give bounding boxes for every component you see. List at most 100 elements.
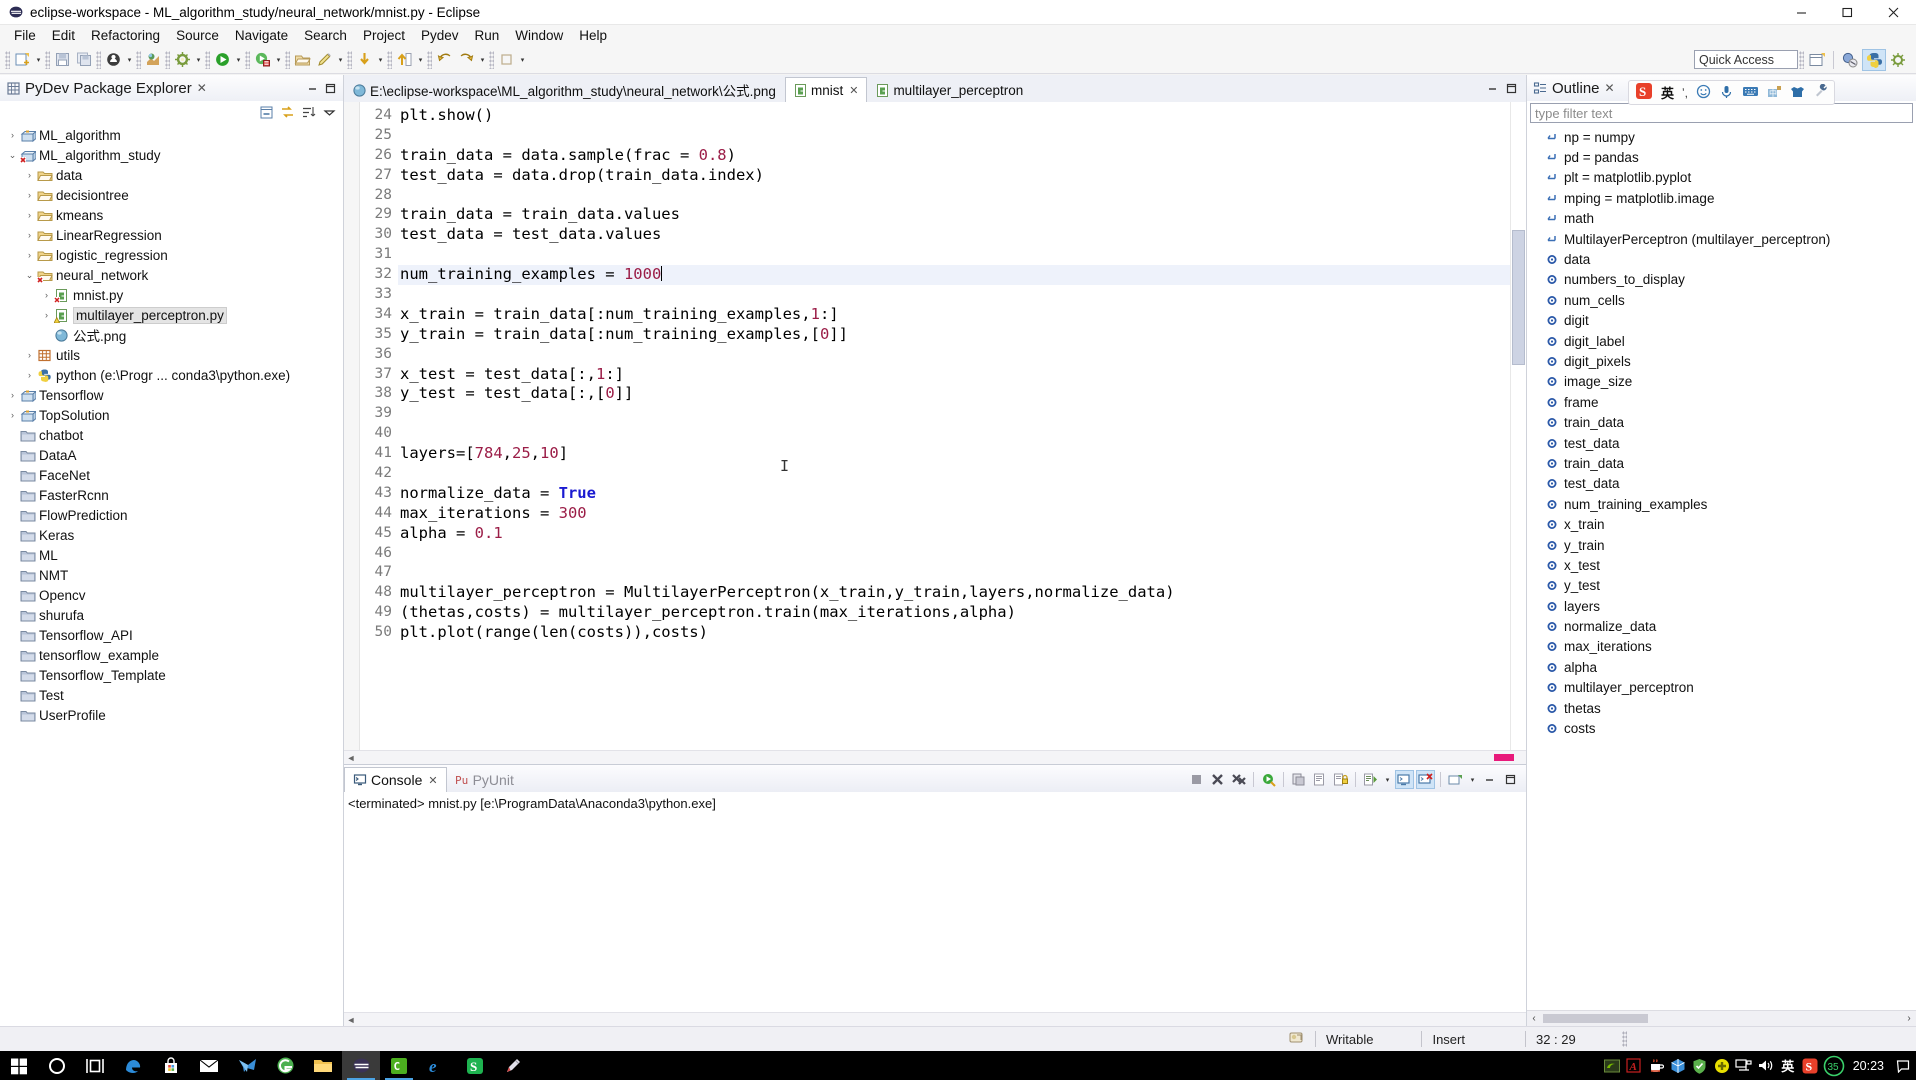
outline-item-test-data[interactable]: test_data xyxy=(1527,474,1916,494)
java-perspective-icon[interactable] xyxy=(1838,49,1862,71)
close-icon[interactable]: ✕ xyxy=(428,774,437,787)
outline-item-digit-pixels[interactable]: digit_pixels xyxy=(1527,351,1916,371)
code-line[interactable]: multilayer_perceptron = MultilayerPercep… xyxy=(398,583,1510,603)
outline-item-train-data[interactable]: train_data xyxy=(1527,412,1916,432)
soft-keyboard-icon[interactable] xyxy=(1742,84,1759,102)
editor-tab-multilayer-perceptron[interactable]: multilayer_perceptron xyxy=(867,77,1032,102)
tree-item-tensorflow-example[interactable]: tensorflow_example xyxy=(0,645,343,665)
editor-horizontal-scrollbar[interactable]: ◄ xyxy=(344,750,1526,764)
tree-item-chatbot[interactable]: chatbot xyxy=(0,425,343,445)
update-icon[interactable] xyxy=(1711,1051,1733,1080)
tree-item-keras[interactable]: Keras xyxy=(0,525,343,545)
quick-access-input[interactable]: Quick Access xyxy=(1694,50,1798,69)
tree-item-shurufa[interactable]: shurufa xyxy=(0,605,343,625)
tree-item-kmeans[interactable]: › kmeans xyxy=(0,205,343,225)
tab-console[interactable]: Console ✕ xyxy=(344,767,447,792)
code-line[interactable] xyxy=(398,424,1510,444)
tree-item-linearregression[interactable]: › LinearRegression xyxy=(0,225,343,245)
translate-icon[interactable]: 中 xyxy=(1767,84,1782,102)
chevron-right-icon[interactable]: › xyxy=(23,365,36,385)
scroll-right-icon[interactable]: › xyxy=(1902,1013,1916,1024)
outline-item-math[interactable]: math xyxy=(1527,209,1916,229)
project-tree[interactable]: › ML_algorithm ⌄ ML_algorithm_study › data › de… xyxy=(0,123,343,1026)
outline-scroll-thumb[interactable] xyxy=(1543,1014,1648,1023)
scroll-left-icon[interactable]: ◄ xyxy=(344,753,358,763)
new-wizard-icon[interactable] xyxy=(11,49,33,71)
voice-input-icon[interactable] xyxy=(1719,84,1734,102)
minimize-icon[interactable] xyxy=(1480,770,1499,789)
tree-item-mnist-py[interactable]: › mnist.py xyxy=(0,285,343,305)
360-browser-icon[interactable] xyxy=(266,1051,304,1080)
code-line[interactable]: layers=[784,25,10] xyxy=(398,444,1510,464)
menu-project[interactable]: Project xyxy=(355,27,413,44)
code-line[interactable] xyxy=(398,285,1510,305)
tree-item-topsolution[interactable]: › TopSolution xyxy=(0,405,343,425)
tree-item-dataa[interactable]: DataA xyxy=(0,445,343,465)
outline-item-num-training-examples[interactable]: num_training_examples xyxy=(1527,494,1916,514)
scroll-lock-icon[interactable] xyxy=(1331,770,1350,789)
action-center-icon[interactable] xyxy=(1894,1051,1912,1080)
outline-horizontal-scrollbar[interactable]: ‹ › xyxy=(1527,1010,1916,1026)
open-type-icon[interactable] xyxy=(291,49,313,71)
menu-run[interactable]: Run xyxy=(467,27,508,44)
menu-window[interactable]: Window xyxy=(507,27,571,44)
outline-item-alpha[interactable]: alpha xyxy=(1527,657,1916,677)
outline-item-image-size[interactable]: image_size xyxy=(1527,372,1916,392)
chevron-right-icon[interactable]: › xyxy=(6,125,19,145)
code-line[interactable]: plt.show() xyxy=(398,106,1510,126)
tree-item-neural-network[interactable]: ⌄ neural_network xyxy=(0,265,343,285)
previous-annotation-dropdown-icon[interactable]: ▾ xyxy=(415,49,426,71)
tea-icon[interactable] xyxy=(1645,1051,1667,1080)
chevron-right-icon[interactable]: › xyxy=(6,405,19,425)
tree-item-flowprediction[interactable]: FlowPrediction xyxy=(0,505,343,525)
mail-icon[interactable] xyxy=(190,1051,228,1080)
chevron-right-icon[interactable]: › xyxy=(23,345,36,365)
pin-icon[interactable] xyxy=(495,49,517,71)
close-icon[interactable]: ✕ xyxy=(197,81,207,95)
outline-item-costs[interactable]: costs xyxy=(1527,718,1916,738)
next-annotation-icon[interactable] xyxy=(353,49,375,71)
menu-search[interactable]: Search xyxy=(296,27,355,44)
outline-item-max-iterations[interactable]: max_iterations xyxy=(1527,637,1916,657)
code-line[interactable]: train_data = train_data.values xyxy=(398,205,1510,225)
chevron-down-icon[interactable]: ⌄ xyxy=(6,145,19,165)
back-icon[interactable] xyxy=(433,49,455,71)
windows-start-icon[interactable] xyxy=(0,1051,38,1080)
code-line[interactable] xyxy=(398,464,1510,484)
word-wrap-icon[interactable] xyxy=(1310,770,1329,789)
remove-all-terminated-icon[interactable] xyxy=(1229,770,1248,789)
remove-launch-icon[interactable] xyxy=(1208,770,1227,789)
tree-item-fasterrcnn[interactable]: FasterRcnn xyxy=(0,485,343,505)
shield-icon[interactable] xyxy=(1689,1051,1711,1080)
open-console-icon[interactable] xyxy=(1446,770,1465,789)
tree-item-utils[interactable]: › utils xyxy=(0,345,343,365)
status-resize-handle[interactable] xyxy=(1621,1031,1627,1047)
annotation-ruler[interactable] xyxy=(344,102,360,750)
run-icon[interactable] xyxy=(211,49,233,71)
tree-item-nmt[interactable]: NMT xyxy=(0,565,343,585)
debug-dropdown-icon[interactable]: ▾ xyxy=(273,49,284,71)
outline-item-pd-pandas[interactable]: pd = pandas xyxy=(1527,147,1916,167)
menu-pydev[interactable]: Pydev xyxy=(413,27,467,44)
code-line[interactable]: x_test = test_data[:,1:] xyxy=(398,365,1510,385)
code-line[interactable]: alpha = 0.1 xyxy=(398,524,1510,544)
menu-edit[interactable]: Edit xyxy=(44,27,83,44)
code-line[interactable]: plt.plot(range(len(costs)),costs) xyxy=(398,623,1510,643)
previous-annotation-icon[interactable] xyxy=(393,49,415,71)
code-line[interactable]: normalize_data = True xyxy=(398,484,1510,504)
sogou-icon[interactable]: S xyxy=(456,1051,494,1080)
menu-navigate[interactable]: Navigate xyxy=(227,27,296,44)
forward-icon[interactable] xyxy=(455,49,477,71)
menu-file[interactable]: File xyxy=(6,27,44,44)
editor-scroll-thumb[interactable] xyxy=(1512,230,1525,365)
chevron-right-icon[interactable]: › xyxy=(23,205,36,225)
display-selected-console-icon[interactable] xyxy=(1416,770,1435,789)
pydev-perspective-icon[interactable] xyxy=(1862,48,1886,71)
maximize-icon[interactable] xyxy=(1501,770,1520,789)
emoji-icon[interactable] xyxy=(1696,84,1711,102)
editor-tab-mnist[interactable]: mnist ✕ xyxy=(784,77,868,102)
pdf-icon[interactable]: A xyxy=(1623,1051,1645,1080)
code-line[interactable]: max_iterations = 300 xyxy=(398,504,1510,524)
outline-item-test-data[interactable]: test_data xyxy=(1527,433,1916,453)
globe-icon[interactable] xyxy=(142,49,164,71)
